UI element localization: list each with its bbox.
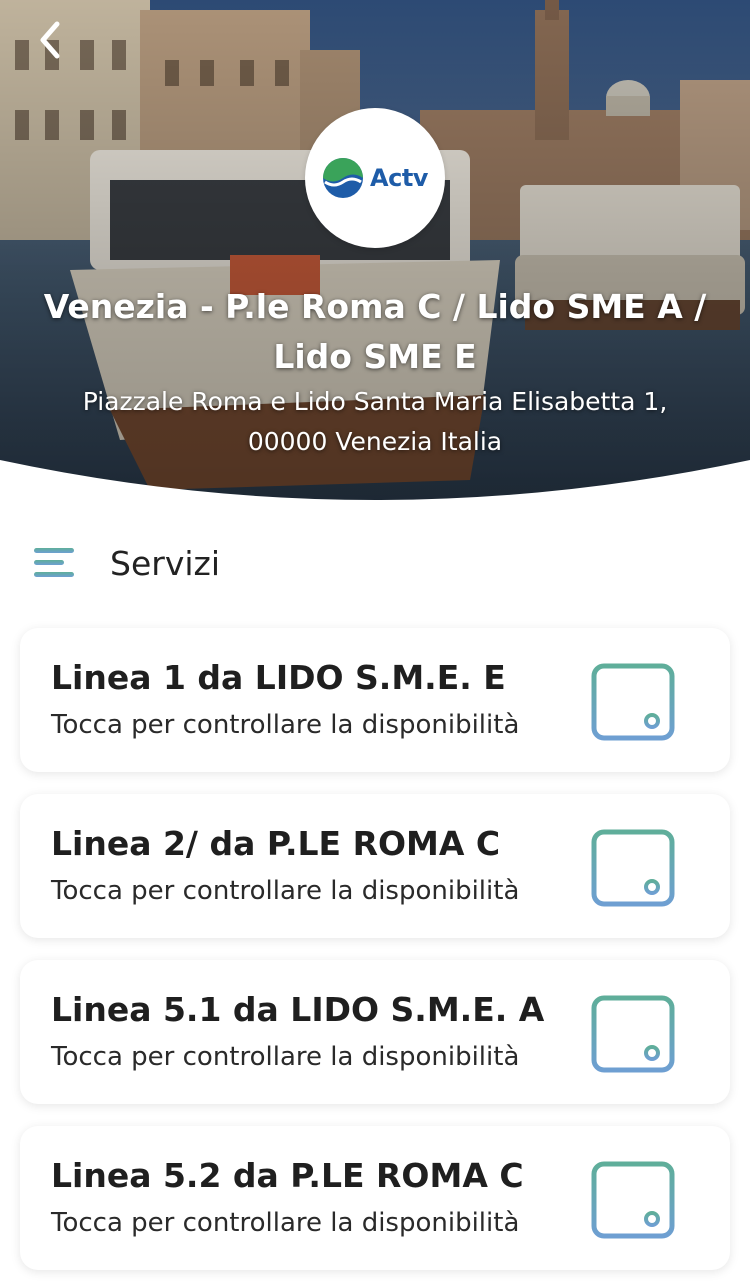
- calendar-icon: [591, 658, 675, 741]
- service-card-linea-5-2[interactable]: Linea 5.2 da P.LE ROMA C Tocca per contr…: [20, 1126, 730, 1270]
- page-address: Piazzale Roma e Lido Santa Maria Elisabe…: [82, 387, 668, 456]
- service-title: Linea 1 da LIDO S.M.E. E: [51, 658, 506, 697]
- section-header: Servizi: [34, 540, 220, 586]
- hero-header: Actv Venezia - P.le Roma C / Lido SME A …: [0, 0, 750, 500]
- actv-logo-icon: [323, 158, 364, 198]
- service-title: Linea 2/ da P.LE ROMA C: [51, 824, 501, 863]
- page-title: Venezia - P.le Roma C / Lido SME A / Lid…: [43, 287, 707, 376]
- service-title: Linea 5.1 da LIDO S.M.E. A: [51, 990, 545, 1029]
- menu-lines-icon: [34, 548, 74, 577]
- service-subtitle: Tocca per controllare la disponibilità: [51, 876, 520, 906]
- calendar-icon: [591, 990, 675, 1073]
- calendar-icon: [591, 1156, 675, 1239]
- service-card-linea-5-1[interactable]: Linea 5.1 da LIDO S.M.E. A Tocca per con…: [20, 960, 730, 1104]
- section-title: Servizi: [110, 543, 221, 583]
- back-button[interactable]: [28, 18, 72, 62]
- service-title: Linea 5.2 da P.LE ROMA C: [51, 1156, 524, 1195]
- calendar-icon: [591, 824, 675, 907]
- service-subtitle: Tocca per controllare la disponibilità: [51, 1042, 520, 1072]
- company-logo: Actv: [305, 108, 445, 248]
- service-subtitle: Tocca per controllare la disponibilità: [51, 1208, 520, 1238]
- chevron-left-icon: [40, 21, 60, 59]
- service-subtitle: Tocca per controllare la disponibilità: [51, 710, 520, 740]
- logo-text: Actv: [370, 164, 428, 192]
- service-card-linea-1[interactable]: Linea 1 da LIDO S.M.E. E Tocca per contr…: [20, 628, 730, 772]
- service-card-linea-2[interactable]: Linea 2/ da P.LE ROMA C Tocca per contro…: [20, 794, 730, 938]
